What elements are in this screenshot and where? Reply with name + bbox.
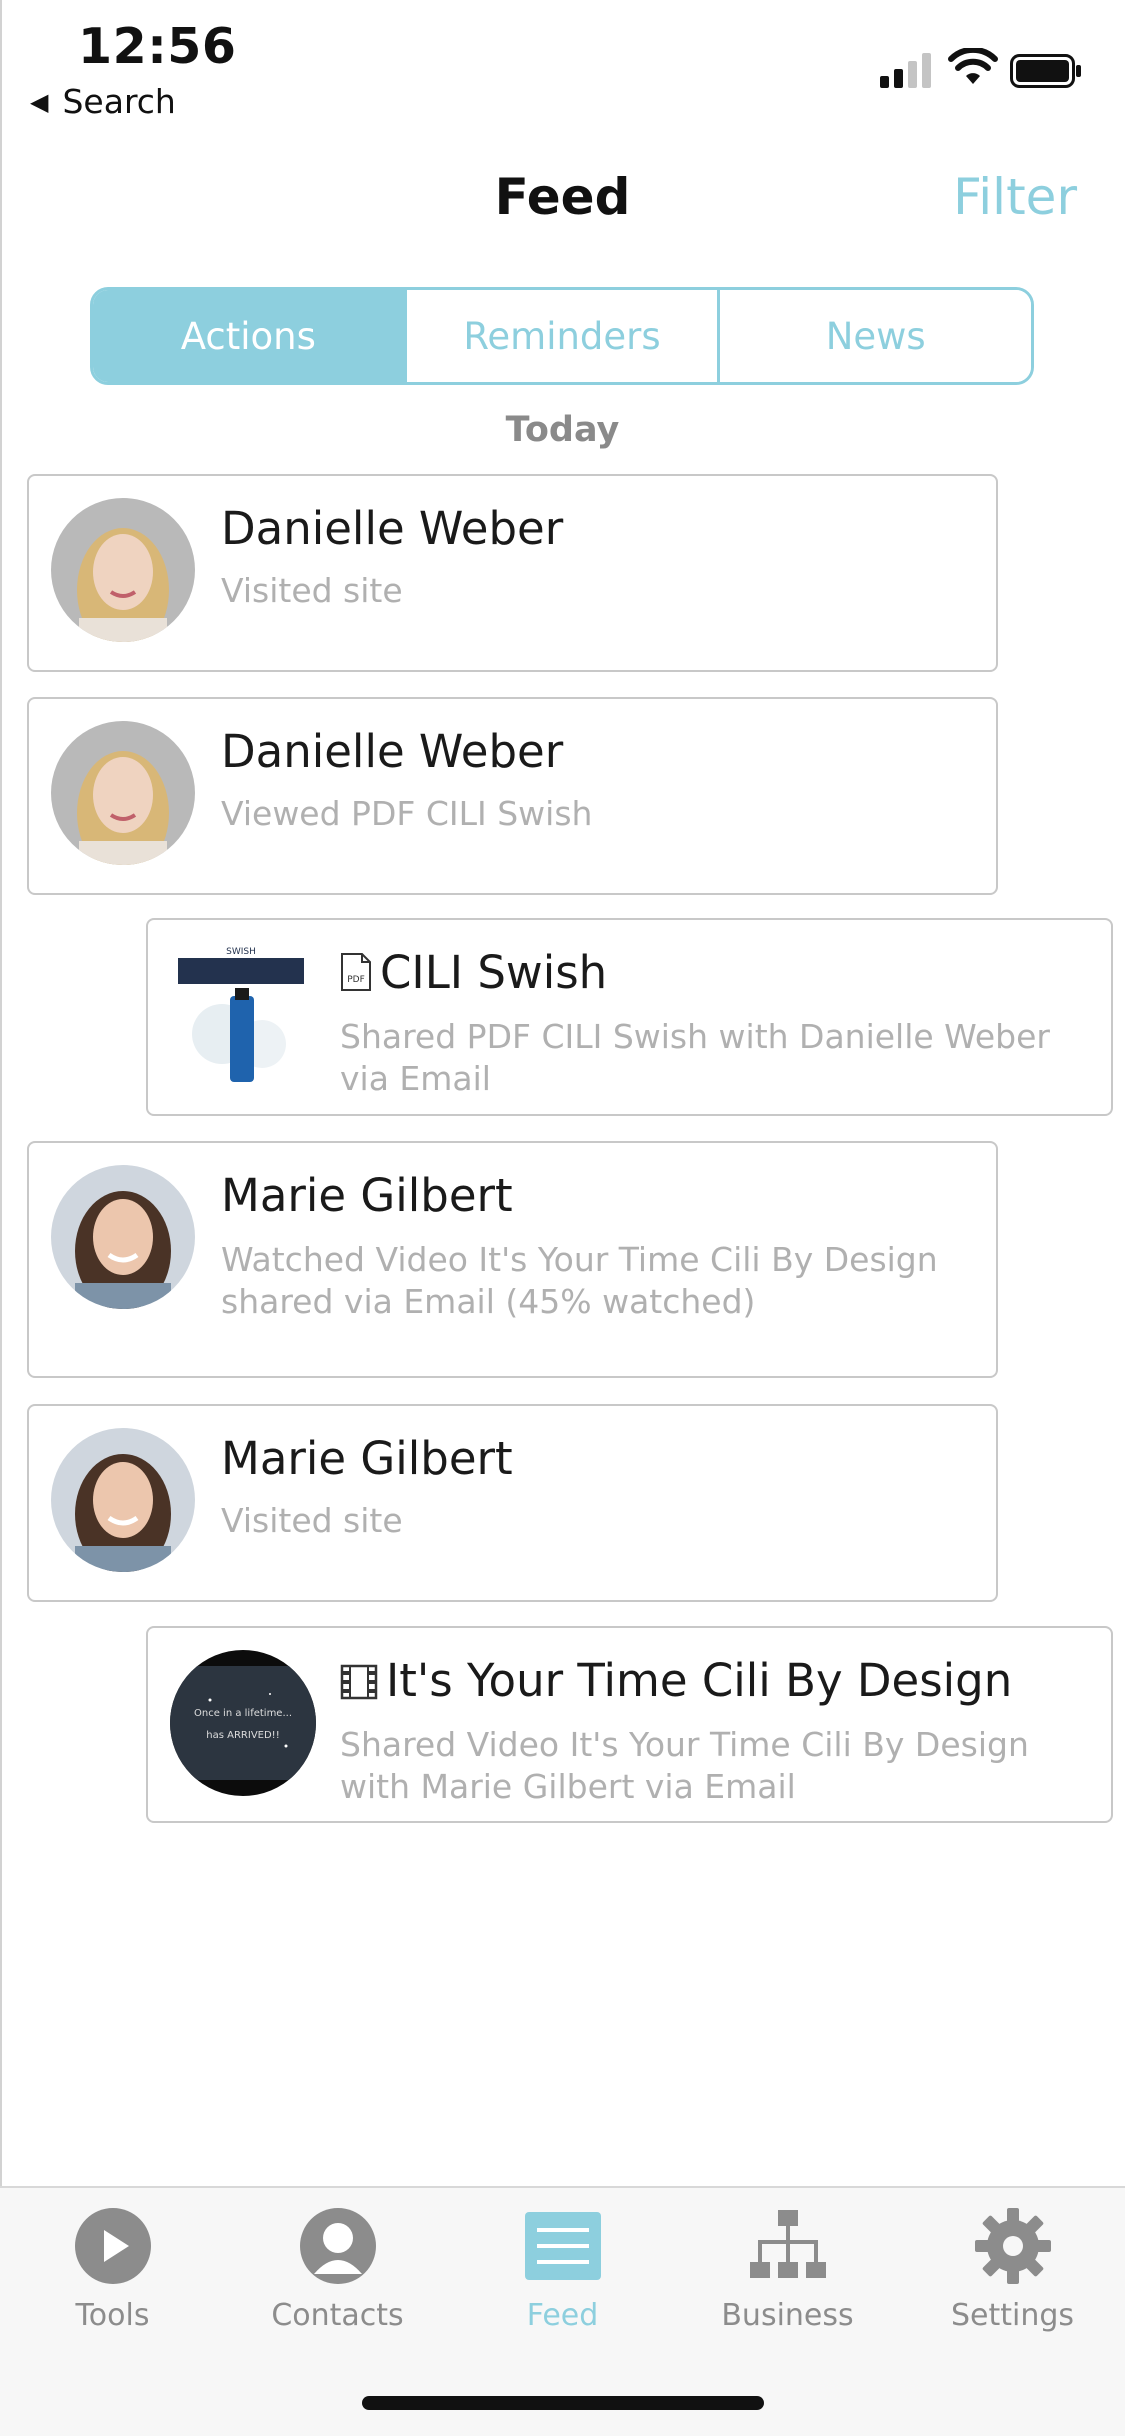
card-subtitle: Watched Video It's Your Time Cili By Des… (221, 1240, 938, 1321)
card-subtitle: Viewed PDF CILI Swish (221, 794, 593, 833)
app-screen: 12:56 ◀ Search Feed Filter Actions Remin… (0, 0, 1125, 2436)
pdf-thumbnail: SWISH (172, 944, 310, 1092)
cellular-signal-icon (880, 52, 936, 88)
card-title: PDF CILI Swish (340, 946, 607, 999)
feed-card-shared-video[interactable]: Once in a lifetime... has ARRIVED!! It's… (146, 1626, 1113, 1823)
feed-card-shared-pdf[interactable]: SWISH PDF CILI Swish Shared PDF CILI Swi… (146, 918, 1113, 1116)
card-title: Marie Gilbert (221, 1432, 513, 1485)
svg-text:has ARRIVED!!: has ARRIVED!! (206, 1730, 279, 1741)
segment-reminders[interactable]: Reminders (403, 290, 718, 382)
back-arrow-icon: ◀ (30, 87, 49, 116)
battery-icon (1010, 54, 1081, 88)
org-chart-icon (749, 2210, 826, 2278)
segment-actions[interactable]: Actions (93, 290, 404, 382)
avatar (51, 1428, 195, 1572)
feed-card[interactable]: Marie Gilbert Watched Video It's Your Ti… (27, 1141, 998, 1378)
tab-settings[interactable]: Settings (900, 2206, 1125, 2356)
back-label: Search (62, 82, 176, 121)
tab-contacts[interactable]: Contacts (225, 2206, 450, 2356)
play-circle-icon (74, 2208, 151, 2284)
tab-label: Tools (75, 2298, 150, 2333)
avatar (51, 1165, 195, 1309)
tab-label: Business (721, 2298, 854, 2333)
segment-news[interactable]: News (717, 290, 1031, 382)
tab-label: Feed (526, 2298, 599, 2333)
section-header-today: Today (505, 410, 620, 450)
feed-card[interactable]: Danielle Weber Viewed PDF CILI Swish (27, 697, 998, 895)
svg-text:SWISH: SWISH (226, 947, 256, 957)
svg-text:PDF: PDF (347, 975, 365, 985)
gear-icon (974, 2208, 1051, 2284)
feed-card[interactable]: Danielle Weber Visited site (27, 474, 998, 672)
avatar (51, 498, 195, 642)
tab-label: Settings (950, 2298, 1075, 2333)
feed-list-icon (524, 2212, 601, 2280)
card-title: Danielle Weber (221, 725, 564, 778)
card-title: Danielle Weber (221, 502, 564, 555)
status-time: 12:56 (78, 18, 237, 75)
card-subtitle: Visited site (221, 1501, 403, 1540)
svg-text:Once in a lifetime...: Once in a lifetime... (194, 1708, 292, 1719)
film-icon (340, 1664, 378, 1700)
tab-label: Contacts (271, 2298, 404, 2333)
pdf-file-icon: PDF (341, 953, 371, 991)
back-to-search-link[interactable]: ◀ Search (30, 82, 176, 121)
filter-button[interactable]: Filter (953, 168, 1077, 226)
card-subtitle: Shared Video It's Your Time Cili By Desi… (340, 1725, 1029, 1806)
tab-tools[interactable]: Tools (0, 2206, 225, 2356)
feed-segmented-control: Actions Reminders News (90, 287, 1034, 385)
card-subtitle: Visited site (221, 571, 403, 610)
person-circle-icon (299, 2208, 376, 2284)
wifi-icon (948, 48, 998, 84)
card-title: Marie Gilbert (221, 1169, 513, 1222)
tab-feed[interactable]: Feed (450, 2206, 675, 2356)
card-title: It's Your Time Cili By Design (340, 1654, 1012, 1707)
home-indicator (362, 2396, 764, 2410)
feed-card[interactable]: Marie Gilbert Visited site (27, 1404, 998, 1602)
tab-business[interactable]: Business (675, 2206, 900, 2356)
card-subtitle: Shared PDF CILI Swish with Danielle Webe… (340, 1017, 1050, 1098)
avatar (51, 721, 195, 865)
video-thumbnail: Once in a lifetime... has ARRIVED!! (170, 1650, 316, 1796)
